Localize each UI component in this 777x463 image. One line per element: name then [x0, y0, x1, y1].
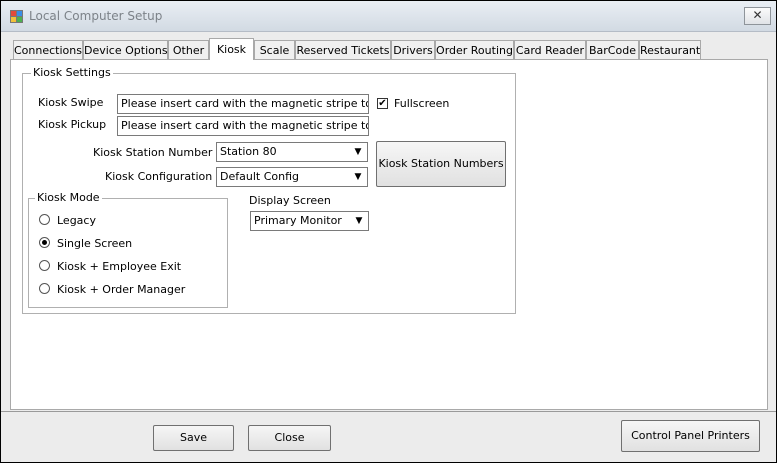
local-computer-setup-window: Local Computer Setup ✕ Connections Devic…: [0, 0, 777, 463]
single-screen-radio[interactable]: [39, 237, 50, 248]
chevron-down-icon: ▼: [354, 172, 362, 182]
kiosk-employee-exit-label: Kiosk + Employee Exit: [57, 260, 182, 273]
chevron-down-icon: ▼: [355, 216, 363, 226]
tab-order-routing[interactable]: Order Routing: [435, 40, 514, 59]
kiosk-tab-panel: Kiosk Settings Kiosk Swipe Please insert…: [10, 59, 768, 410]
display-screen-label: Display Screen: [249, 194, 331, 207]
window-title: Local Computer Setup: [29, 9, 163, 23]
fullscreen-checkbox[interactable]: ✔: [377, 98, 388, 109]
display-screen-value: Primary Monitor: [254, 214, 342, 227]
kiosk-swipe-label: Kiosk Swipe: [38, 96, 104, 109]
tab-barcode[interactable]: BarCode: [586, 40, 639, 59]
kiosk-station-number-label: Kiosk Station Number: [93, 146, 213, 159]
legacy-label: Legacy: [57, 214, 96, 227]
kiosk-configuration-select[interactable]: Default Config ▼: [216, 167, 368, 187]
tab-other[interactable]: Other: [168, 40, 209, 59]
fullscreen-label: Fullscreen: [394, 97, 450, 110]
close-icon: ✕: [752, 8, 763, 22]
title-bar: Local Computer Setup ✕: [1, 1, 776, 32]
tab-kiosk[interactable]: Kiosk: [209, 38, 254, 60]
kiosk-settings-label: Kiosk Settings: [31, 66, 113, 79]
control-panel-printers-button[interactable]: Control Panel Printers: [621, 420, 760, 452]
tab-device-options[interactable]: Device Options: [83, 40, 168, 59]
tab-card-reader[interactable]: Card Reader: [514, 40, 586, 59]
tab-connections[interactable]: Connections: [13, 40, 83, 59]
kiosk-pickup-label: Kiosk Pickup: [38, 118, 107, 131]
kiosk-swipe-input[interactable]: Please insert card with the magnetic str…: [117, 94, 369, 114]
close-window-button[interactable]: ✕: [744, 7, 771, 25]
kiosk-station-numbers-button[interactable]: Kiosk Station Numbers: [376, 141, 506, 187]
kiosk-station-number-select[interactable]: Station 80 ▼: [216, 142, 368, 162]
kiosk-station-number-value: Station 80: [220, 145, 277, 158]
app-icon: [10, 10, 24, 23]
tab-restaurant[interactable]: Restaurant: [639, 40, 701, 59]
display-screen-select[interactable]: Primary Monitor ▼: [250, 211, 369, 231]
kiosk-pickup-input[interactable]: Please insert card with the magnetic str…: [117, 116, 369, 136]
kiosk-order-manager-label: Kiosk + Order Manager: [57, 283, 186, 296]
save-button[interactable]: Save: [153, 425, 234, 451]
kiosk-order-manager-radio[interactable]: [39, 283, 50, 294]
kiosk-configuration-label: Kiosk Configuration: [105, 170, 213, 183]
footer-divider: [1, 411, 776, 412]
legacy-radio[interactable]: [39, 214, 50, 225]
chevron-down-icon: ▼: [354, 147, 362, 157]
kiosk-mode-group: Kiosk Mode Legacy Single Screen Kiosk + …: [28, 191, 228, 308]
tab-drivers[interactable]: Drivers: [391, 40, 435, 59]
kiosk-configuration-value: Default Config: [220, 170, 299, 183]
tab-reserved-tickets[interactable]: Reserved Tickets: [295, 40, 391, 59]
kiosk-settings-group: Kiosk Settings Kiosk Swipe Please insert…: [22, 66, 516, 314]
kiosk-mode-label: Kiosk Mode: [35, 191, 102, 204]
kiosk-employee-exit-radio[interactable]: [39, 260, 50, 271]
close-button[interactable]: Close: [248, 425, 331, 451]
single-screen-label: Single Screen: [57, 237, 133, 250]
tab-scale[interactable]: Scale: [254, 40, 295, 59]
